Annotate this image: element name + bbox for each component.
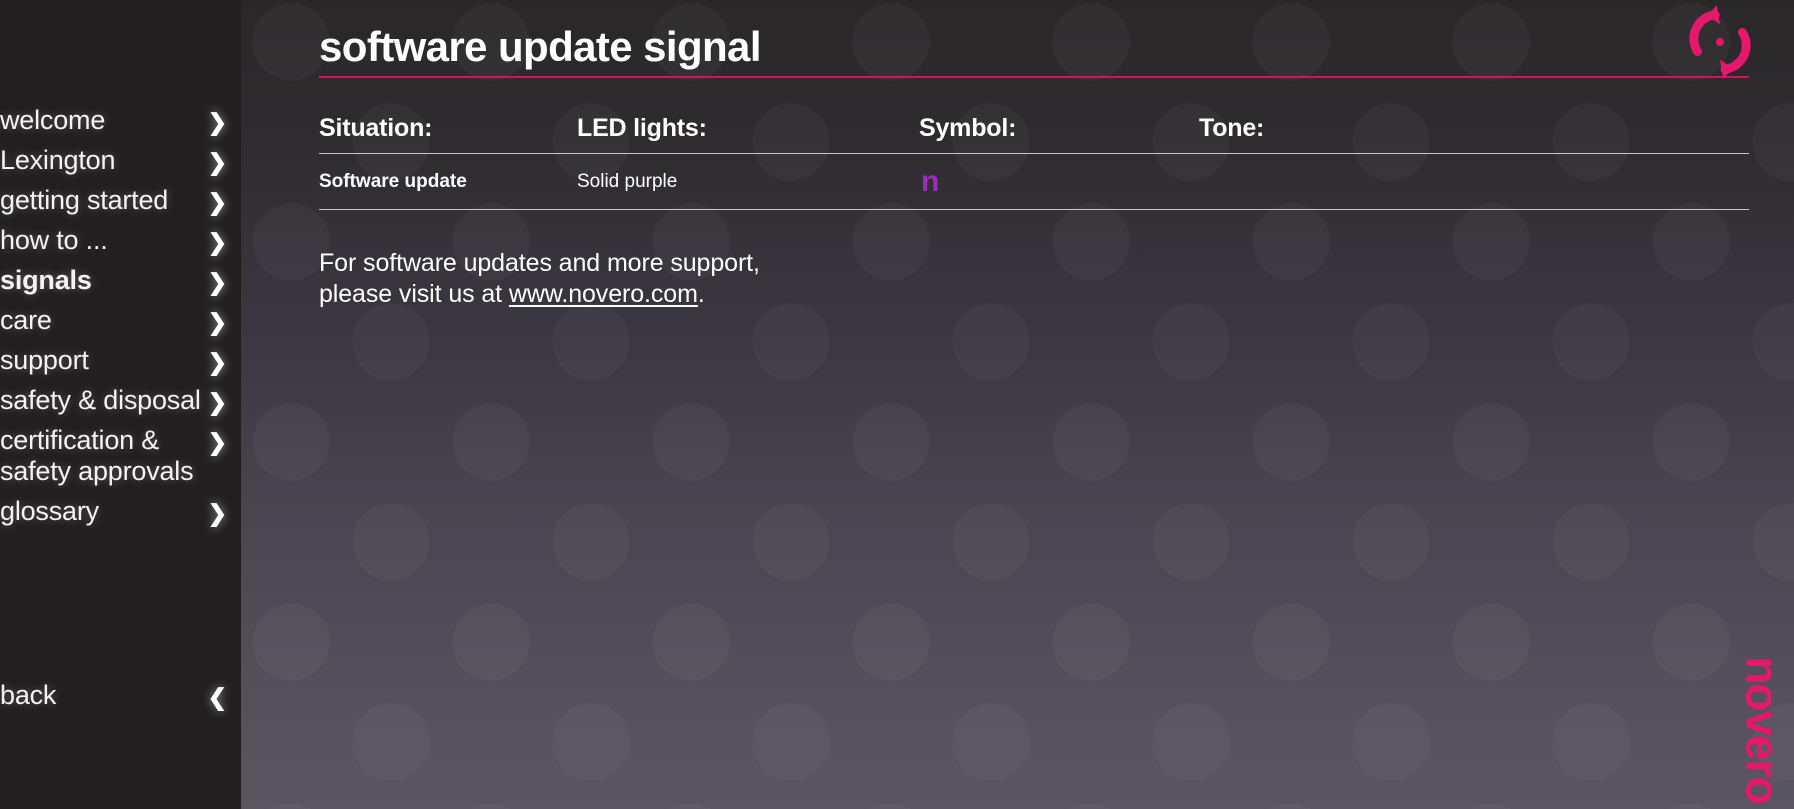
back-button[interactable]: back ❮ <box>0 679 241 711</box>
sidebar-item-list: welcome ❯ Lexington ❯ getting started ❯ … <box>0 105 241 536</box>
sidebar-item-label: signals <box>0 265 92 295</box>
back-button-label: back <box>0 680 57 710</box>
sidebar-item-label: glossary <box>0 496 99 526</box>
sidebar-item-label: how to ... <box>0 225 108 255</box>
chevron-right-icon: ❯ <box>207 500 227 526</box>
signal-table: Situation: LED lights: Symbol: Tone: Sof… <box>319 104 1749 210</box>
sidebar-item-label: safety & disposal <box>0 385 201 415</box>
chevron-right-icon: ❯ <box>207 309 227 335</box>
sidebar-item-label: support <box>0 345 89 375</box>
cell-led-lights: Solid purple <box>577 170 678 192</box>
column-header-led-lights: LED lights: <box>577 114 707 142</box>
novero-brand-logo-text: novero <box>1737 656 1789 804</box>
chevron-right-icon: ❯ <box>207 269 227 295</box>
sidebar-item-label: care <box>0 305 52 335</box>
sidebar-item-lexington[interactable]: Lexington ❯ <box>0 145 241 176</box>
sidebar-item-certification-safety-approvals[interactable]: certification & safety approvals ❯ <box>0 425 241 487</box>
sidebar-item-signals[interactable]: signals ❯ <box>0 265 241 296</box>
support-note: For software updates and more support, p… <box>319 248 760 310</box>
cell-situation: Software update <box>319 170 467 192</box>
table-header-row: Situation: LED lights: Symbol: Tone: <box>319 104 1749 154</box>
sidebar-item-getting-started[interactable]: getting started ❯ <box>0 185 241 216</box>
chevron-right-icon: ❯ <box>207 189 227 215</box>
chevron-right-icon: ❯ <box>207 229 227 255</box>
sidebar-item-label: welcome <box>0 105 106 135</box>
sidebar-item-care[interactable]: care ❯ <box>0 305 241 336</box>
column-header-symbol: Symbol: <box>919 114 1017 142</box>
novero-n-symbol-icon: n <box>921 164 940 198</box>
title-accent-rule <box>319 76 1749 78</box>
support-note-line1: For software updates and more support, <box>319 249 760 277</box>
chevron-right-icon: ❯ <box>207 109 227 135</box>
page-title: software update signal <box>319 23 761 70</box>
column-header-situation: Situation: <box>319 114 433 142</box>
main-content-panel: software update signal Situation: LED li… <box>241 0 1794 809</box>
cell-symbol: n <box>919 164 1199 198</box>
sidebar-item-label: Lexington <box>0 145 116 175</box>
chevron-right-icon: ❯ <box>207 149 227 175</box>
table-row: Software update Solid purple n <box>319 154 1749 210</box>
chevron-right-icon: ❯ <box>207 349 227 375</box>
novero-website-link[interactable]: www.novero.com <box>509 280 698 308</box>
application-window: welcome ❯ Lexington ❯ getting started ❯ … <box>0 0 1794 809</box>
sidebar-item-welcome[interactable]: welcome ❯ <box>0 105 241 136</box>
chevron-right-icon: ❯ <box>207 389 227 415</box>
chevron-right-icon: ❯ <box>207 429 227 455</box>
sidebar-item-support[interactable]: support ❯ <box>0 345 241 376</box>
refresh-sync-icon <box>1679 2 1761 82</box>
chevron-left-icon: ❮ <box>207 684 227 710</box>
support-note-line2-suffix: . <box>697 280 705 308</box>
sidebar-item-label: certification & safety approvals <box>0 425 194 486</box>
column-header-tone: Tone: <box>1199 114 1265 142</box>
sidebar-item-glossary[interactable]: glossary ❯ <box>0 496 241 527</box>
support-note-line2-prefix: please visit us at <box>319 280 509 308</box>
sidebar-item-how-to[interactable]: how to ... ❯ <box>0 225 241 256</box>
sidebar-item-label: getting started <box>0 185 169 215</box>
novero-brand-logo: novero <box>1734 609 1792 809</box>
sidebar-item-safety-disposal[interactable]: safety & disposal ❯ <box>0 385 241 416</box>
sidebar-navigation: welcome ❯ Lexington ❯ getting started ❯ … <box>0 0 241 809</box>
